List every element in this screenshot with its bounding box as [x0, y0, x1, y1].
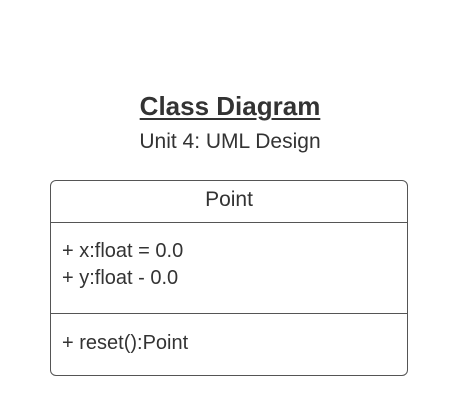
method-reset: + reset():Point	[62, 332, 189, 354]
attribute-y: + y:float - 0.0	[62, 267, 179, 289]
diagram-title: Class Diagram	[139, 91, 321, 121]
methods-compartment: + reset():Point	[51, 314, 407, 376]
uml-class-box[interactable]: Point + x:float = 0.0 + y:float - 0.0 + …	[50, 180, 408, 376]
attribute-x: + x:float = 0.0	[62, 240, 184, 262]
attributes-compartment: + x:float = 0.0 + y:float - 0.0	[51, 223, 407, 314]
diagram-subtitle: Unit 4: UML Design	[139, 130, 321, 153]
class-name: Point	[51, 181, 407, 223]
